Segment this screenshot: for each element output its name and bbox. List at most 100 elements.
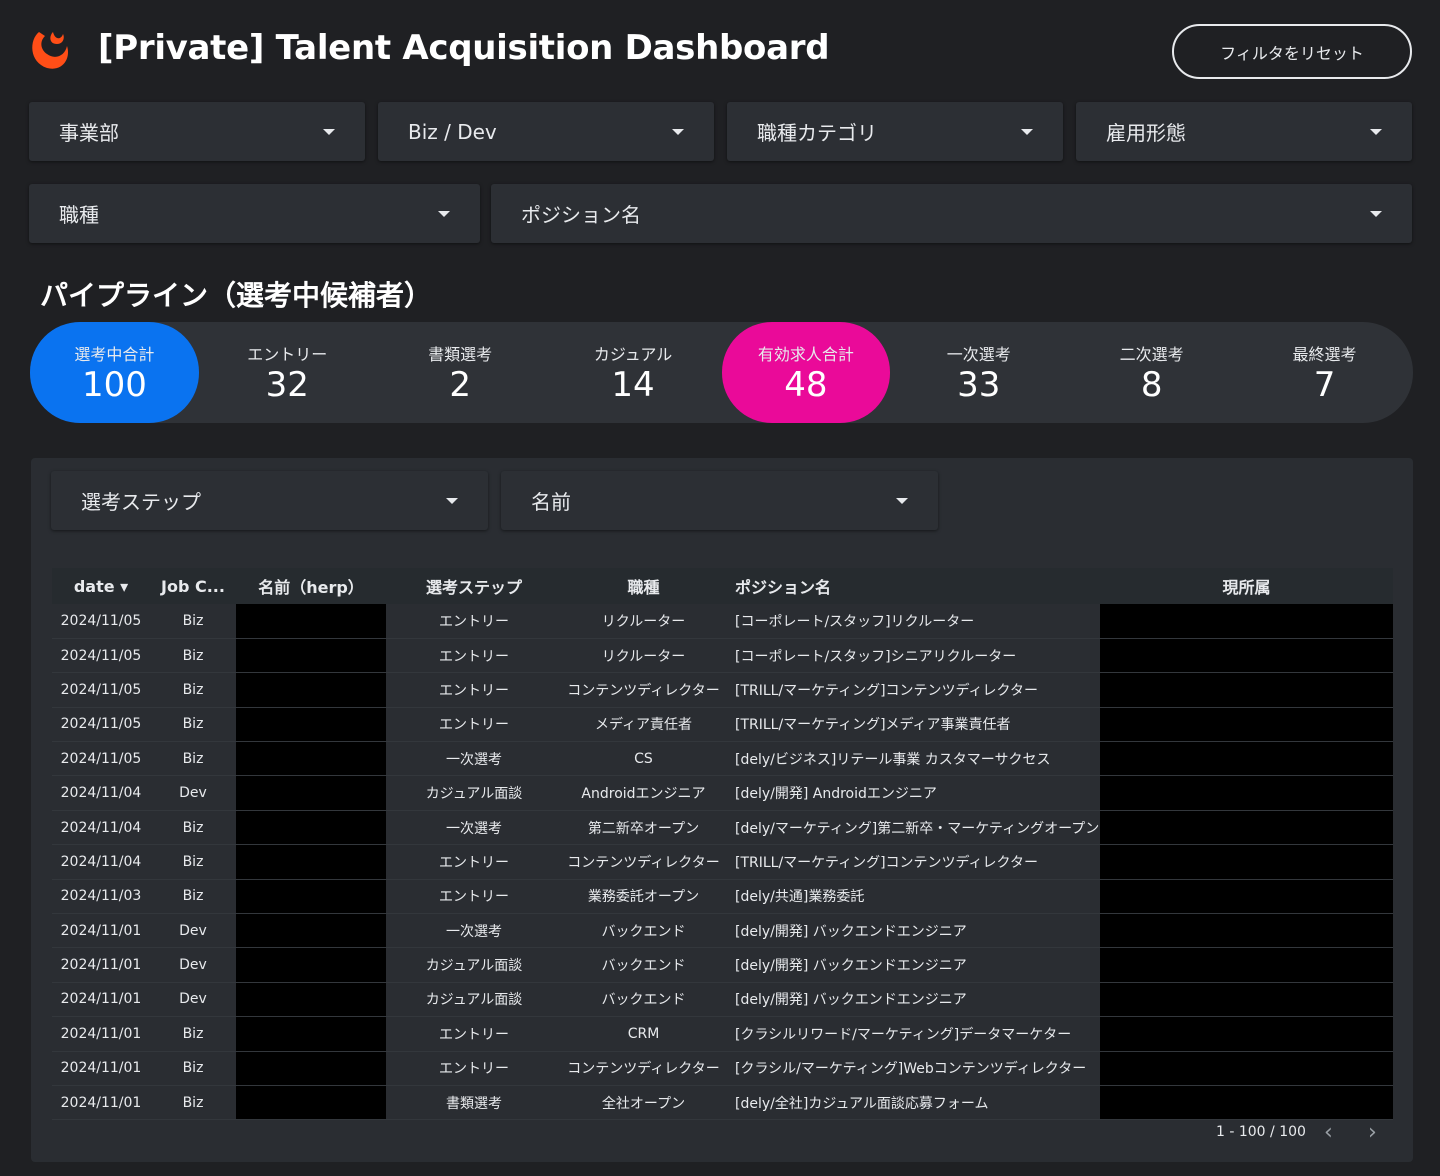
table-row[interactable]: 2024/11/01 Dev カジュアル面談 バックエンド [dely/開発] バックエ… [52,982,1393,1018]
table-cell: [TRILL/マーケティング]コンテンツディレクター [725,672,1100,708]
redacted-cell [236,1016,386,1052]
caret-down-icon [438,210,450,217]
redacted-cell [236,741,386,777]
caret-down-icon [896,497,908,504]
column-header[interactable]: ポジション名 [725,568,1100,604]
column-header[interactable]: 名前（herp） [236,568,386,604]
pipeline-label: カジュアル [593,344,673,364]
table-cell: 2024/11/01 [52,913,150,949]
table-row[interactable]: 2024/11/01 Dev 一次選考 バックエンド [dely/開発] バックエンドエ… [52,913,1393,949]
pipeline-value: 33 [957,364,1001,405]
filter-employment-type[interactable]: 雇用形態 [1076,102,1412,161]
table-cell: コンテンツディレクター [562,844,725,880]
redacted-cell [1100,1016,1393,1052]
table-cell: 2024/11/04 [52,844,150,880]
redacted-cell [236,707,386,743]
column-header[interactable]: date ▾ [52,568,150,604]
table-cell: Biz [150,707,236,743]
pipeline-item[interactable]: カジュアル 14 [549,322,718,423]
table-row[interactable]: 2024/11/04 Biz 一次選考 第二新卒オープン [dely/マーケティング]第… [52,810,1393,846]
pipeline-item[interactable]: エントリー 32 [203,322,372,423]
pipeline-value: 7 [1313,364,1336,405]
table-cell: [dely/共通]業務委託 [725,879,1100,915]
redacted-cell [1100,1051,1393,1086]
pipeline-item[interactable]: 一次選考 33 [894,322,1063,423]
next-page-icon[interactable]: › [1368,1120,1377,1145]
pipeline-item[interactable]: 選考中合計 100 [30,322,199,423]
pipeline-item[interactable]: 二次選考 8 [1067,322,1236,423]
filter-selection-step[interactable]: 選考ステップ [51,471,488,530]
table-row[interactable]: 2024/11/04 Biz エントリー コンテンツディレクター [TRILL/マーケテ… [52,844,1393,880]
column-header[interactable]: 選考ステップ [386,568,562,604]
pipeline-item[interactable]: 有効求人合計 48 [721,322,891,423]
table-cell: カジュアル面談 [386,947,562,983]
pipeline-value: 8 [1140,364,1163,405]
table-row[interactable]: 2024/11/05 Biz エントリー リクルーター [コーポレート/スタッフ]シニア… [52,638,1393,674]
table-cell: [コーポレート/スタッフ]シニアリクルーター [725,638,1100,674]
prev-page-icon[interactable]: ‹ [1324,1120,1333,1145]
table-cell: 2024/11/01 [52,982,150,1018]
page-title: [Private] Talent Acquisition Dashboard [98,28,830,68]
redacted-cell [1100,672,1393,708]
redacted-cell [236,1085,386,1121]
redacted-cell [1100,775,1393,811]
table-cell: バックエンド [562,947,725,983]
table-cell: Biz [150,672,236,708]
redacted-cell [236,1051,386,1086]
caret-down-icon [1370,128,1382,135]
table-row[interactable]: 2024/11/05 Biz エントリー リクルーター [コーポレート/スタッフ]リクル… [52,604,1393,639]
filter-name[interactable]: 名前 [501,471,938,530]
table-cell: 書類選考 [386,1085,562,1121]
table-row[interactable]: 2024/11/05 Biz エントリー コンテンツディレクター [TRILL/マーケテ… [52,672,1393,708]
filter-label: 選考ステップ [81,490,201,514]
table-cell: エントリー [386,638,562,674]
table-cell: エントリー [386,844,562,880]
table-row[interactable]: 2024/11/03 Biz エントリー 業務委託オープン [dely/共通]業務委託 [52,879,1393,915]
table-cell: 2024/11/05 [52,707,150,743]
filter-job-type[interactable]: 職種 [29,184,480,243]
table-row[interactable]: 2024/11/05 Biz エントリー メディア責任者 [TRILL/マーケティング]… [52,707,1393,743]
table-cell: [dely/開発] バックエンドエンジニア [725,947,1100,983]
table-cell: コンテンツディレクター [562,1051,725,1086]
table-row[interactable]: 2024/11/01 Biz エントリー コンテンツディレクター [クラシル/マーケティ… [52,1051,1393,1086]
redacted-cell [1100,741,1393,777]
redacted-cell [1100,844,1393,880]
pipeline-label: 最終選考 [1292,344,1357,364]
redacted-cell [236,810,386,846]
column-header[interactable]: 現所属 [1100,568,1393,604]
table-cell: [dely/マーケティング]第二新卒・マーケティングオープン [725,810,1100,846]
filter-division[interactable]: 事業部 [29,102,365,161]
column-header[interactable]: 職種 [562,568,725,604]
table-cell: 2024/11/04 [52,810,150,846]
table-cell: 2024/11/01 [52,947,150,983]
table-cell: [クラシルリワード/マーケティング]データマーケター [725,1016,1100,1052]
filter-label: 事業部 [59,121,119,145]
table-cell: CRM [562,1016,725,1052]
redacted-cell [1100,913,1393,949]
filter-job-category[interactable]: 職種カテゴリ [727,102,1063,161]
table-cell: Dev [150,775,236,811]
table-cell: 2024/11/04 [52,775,150,811]
table-cell: Biz [150,844,236,880]
table-cell: [コーポレート/スタッフ]リクルーター [725,604,1100,639]
table-cell: [クラシル/マーケティング]Webコンテンツディレクター [725,1051,1100,1086]
table-row[interactable]: 2024/11/01 Dev カジュアル面談 バックエンド [dely/開発] バックエ… [52,947,1393,983]
table-cell: 2024/11/01 [52,1016,150,1052]
pipeline-item[interactable]: 書類選考 2 [376,322,545,423]
table-cell: リクルーター [562,638,725,674]
table-row[interactable]: 2024/11/04 Dev カジュアル面談 Androidエンジニア [dely/開発… [52,775,1393,811]
table-cell: Dev [150,947,236,983]
table-cell: コンテンツディレクター [562,672,725,708]
table-row[interactable]: 2024/11/05 Biz 一次選考 CS [dely/ビジネス]リテール事業 カスタ… [52,741,1393,777]
column-header[interactable]: Job C... [150,568,236,604]
table-row[interactable]: 2024/11/01 Biz 書類選考 全社オープン [dely/全社]カジュアル面談応… [52,1085,1393,1121]
caret-down-icon [1370,210,1382,217]
table-cell: 一次選考 [386,913,562,949]
table-cell: [TRILL/マーケティング]コンテンツディレクター [725,844,1100,880]
redacted-cell [1100,604,1393,639]
table-row[interactable]: 2024/11/01 Biz エントリー CRM [クラシルリワード/マーケティング]デ… [52,1016,1393,1052]
reset-filters-button[interactable]: フィルタをリセット [1172,24,1412,79]
filter-position[interactable]: ポジション名 [491,184,1412,243]
pipeline-item[interactable]: 最終選考 7 [1240,322,1409,423]
filter-biz-dev[interactable]: Biz / Dev [378,102,714,161]
